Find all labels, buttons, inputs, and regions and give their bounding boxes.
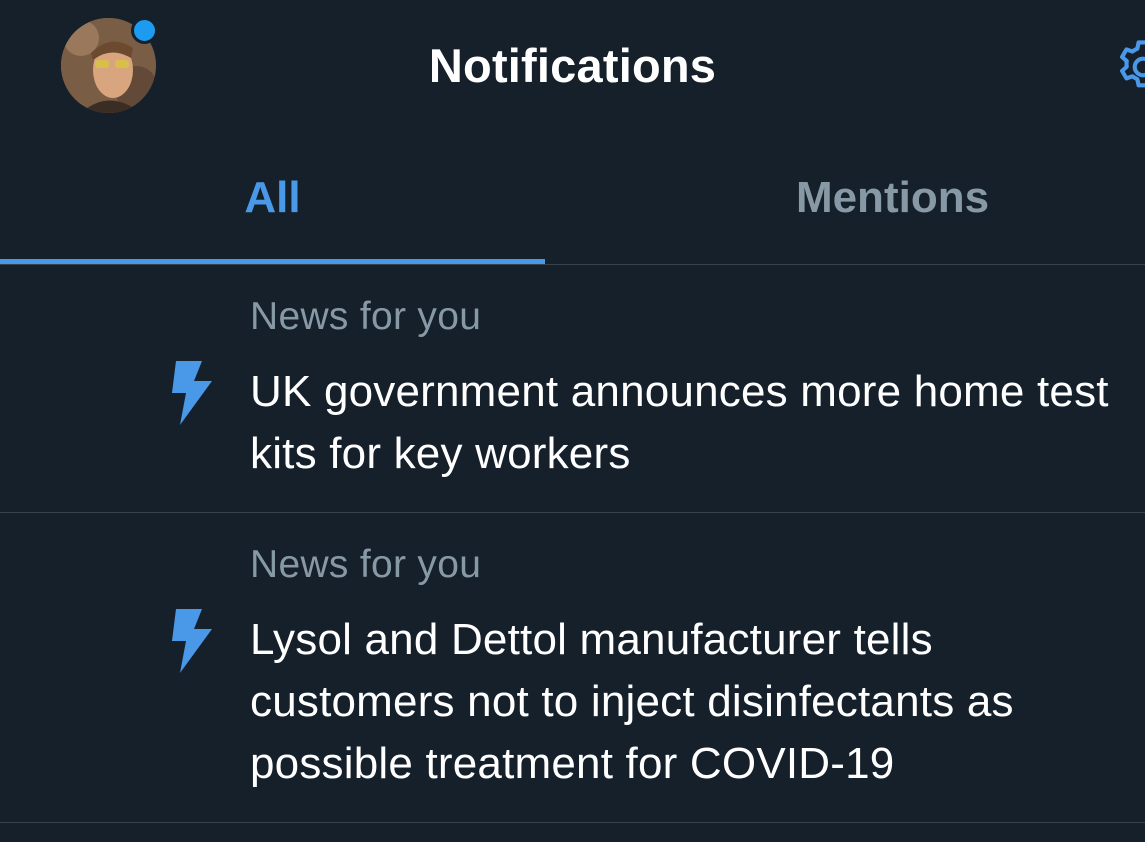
tab-mentions[interactable]: Mentions — [620, 132, 1145, 264]
tab-all[interactable]: All — [0, 132, 545, 264]
notification-label: News for you — [250, 543, 482, 586]
active-tab-indicator — [0, 259, 545, 264]
notification-tabs: All Mentions — [0, 132, 1145, 265]
lightning-bolt-icon — [172, 609, 212, 673]
top-bar: Notifications — [0, 0, 1145, 132]
notification-item[interactable]: News for you UK government announces mor… — [0, 265, 1145, 513]
notification-item[interactable]: News for you Lysol and Dettol manufactur… — [0, 513, 1145, 823]
page-title: Notifications — [428, 39, 717, 92]
notification-text: Lysol and Dettol manufacturer tells cust… — [250, 615, 1014, 788]
lightning-bolt-icon — [172, 361, 212, 425]
notification-text: UK government announces more home test k… — [250, 367, 1109, 478]
notification-label: News for you — [250, 295, 482, 338]
gear-icon[interactable] — [1112, 36, 1145, 98]
